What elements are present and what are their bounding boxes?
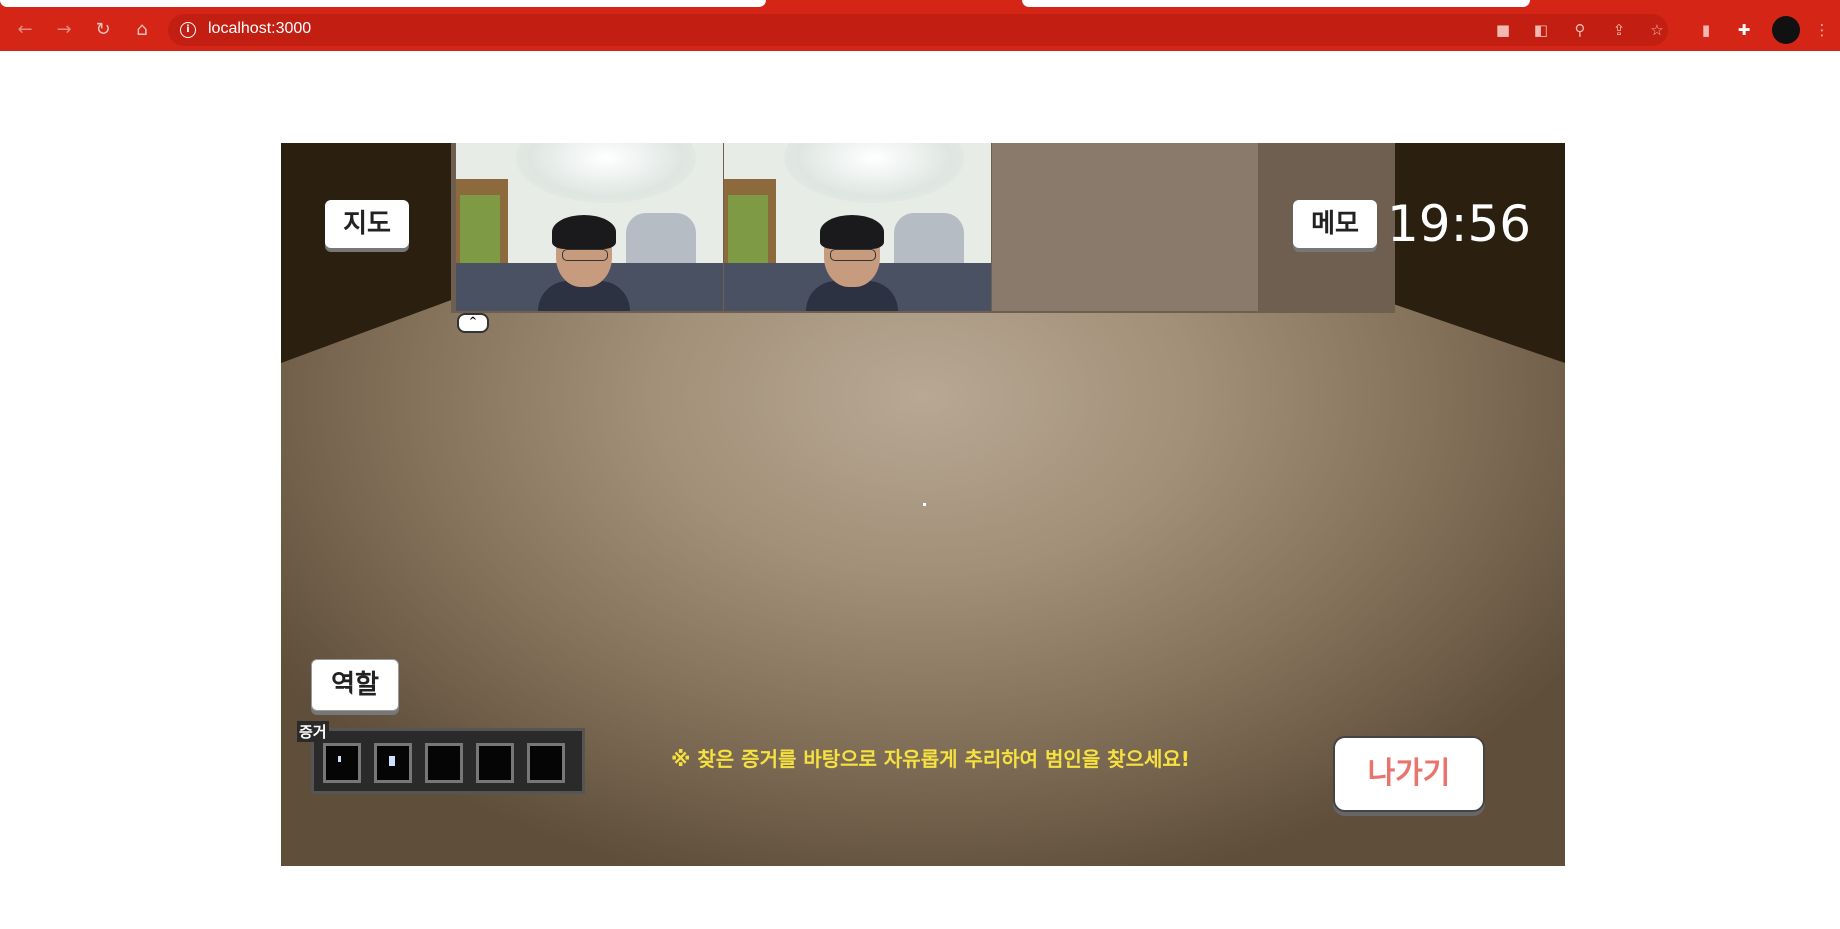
forward-button[interactable]: → (51, 17, 77, 43)
browser-tab[interactable] (0, 0, 766, 7)
evidence-slot[interactable] (527, 743, 565, 783)
countdown-timer: 19:56 (1387, 195, 1532, 253)
crosshair-dot (923, 503, 926, 506)
game-screen: ^ 지도 메모 19:56 역할 증거 ※ 찾은 증거를 바탕으로 자유롭게 추… (281, 143, 1565, 866)
reload-icon: ↻ (95, 19, 111, 40)
extension-box-icon[interactable]: ▮ (1696, 20, 1716, 40)
player-video (724, 143, 991, 311)
share-icon[interactable]: ⇪ (1609, 20, 1629, 40)
arrow-left-icon: ← (17, 19, 33, 40)
home-icon: ⌂ (136, 19, 148, 40)
zoom-icon[interactable]: ⚲ (1570, 20, 1590, 40)
evidence-slot[interactable] (425, 743, 463, 783)
puzzle-icon[interactable]: ✚ (1734, 20, 1754, 40)
player-video (456, 143, 723, 311)
memo-button[interactable]: 메모 (1293, 200, 1377, 248)
menu-icon[interactable]: ⋮ (1812, 20, 1832, 40)
browser-tab-strip (0, 0, 1840, 9)
evidence-bar (311, 728, 585, 794)
evidence-slot[interactable] (323, 743, 361, 783)
evidence-slot[interactable] (476, 743, 514, 783)
role-button[interactable]: 역할 (311, 659, 399, 711)
collapse-video-button[interactable]: ^ (457, 313, 489, 333)
browser-toolbar: ← → ↻ ⌂ i localhost:3000 ■ ◧ ⚲ ⇪ ☆ ▮ ✚ ⋮ (0, 9, 1840, 51)
info-icon[interactable]: i (180, 22, 196, 38)
camera-icon[interactable]: ■ (1493, 20, 1513, 40)
evidence-label: 증거 (297, 721, 329, 742)
evidence-slot[interactable] (374, 743, 412, 783)
translate-icon[interactable]: ◧ (1531, 20, 1551, 40)
address-bar[interactable]: i localhost:3000 (168, 14, 1668, 46)
hint-text: ※ 찾은 증거를 바탕으로 자유롭게 추리하여 범인을 찾으세요! (671, 747, 1190, 771)
exit-button[interactable]: 나가기 (1333, 736, 1485, 812)
bookmark-star-icon[interactable]: ☆ (1647, 20, 1667, 40)
url-text[interactable]: localhost:3000 (208, 20, 311, 38)
reload-button[interactable]: ↻ (90, 17, 116, 43)
home-button[interactable]: ⌂ (129, 17, 155, 43)
empty-video-slot (992, 143, 1258, 311)
browser-tab[interactable] (1022, 0, 1530, 7)
arrow-right-icon: → (56, 19, 72, 40)
avatar[interactable] (1772, 16, 1800, 44)
map-button[interactable]: 지도 (325, 200, 409, 248)
back-button[interactable]: ← (12, 17, 38, 43)
